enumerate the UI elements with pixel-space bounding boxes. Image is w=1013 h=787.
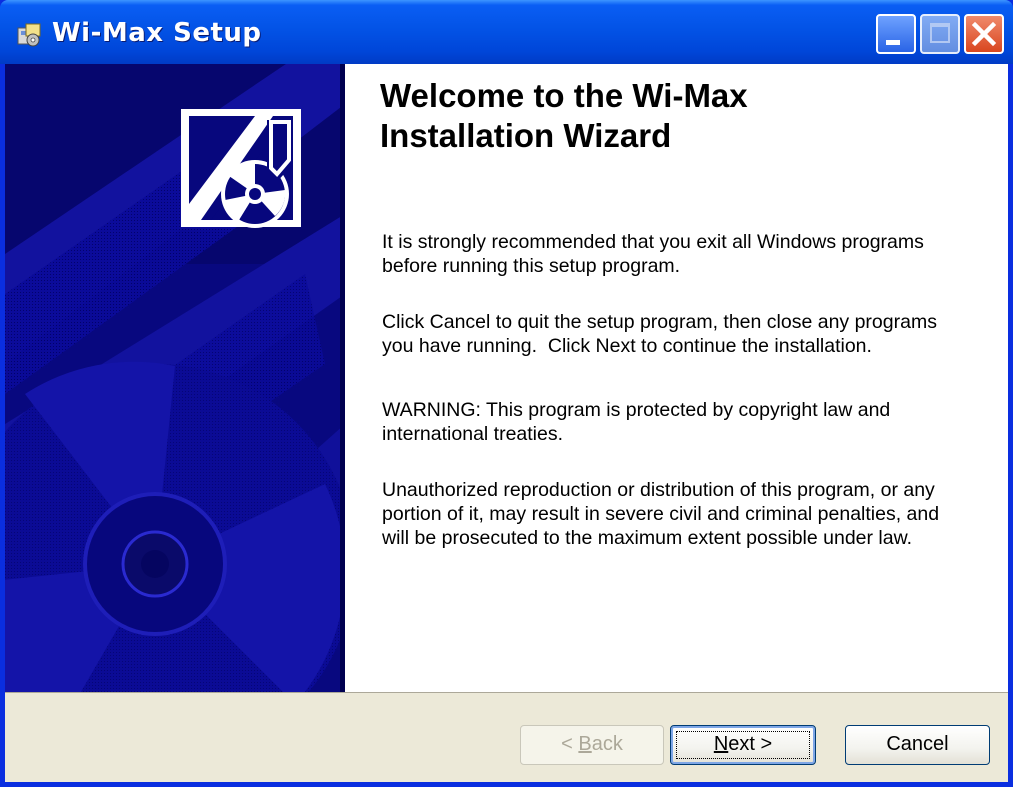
legal-notice-line3: will be prosecuted to the maximum extent… — [382, 527, 913, 549]
wizard-content: Welcome to the Wi-Max Installation Wizar… — [345, 64, 1008, 692]
back-button-label: ack — [591, 733, 623, 755]
warning-line2: international treaties. — [382, 423, 564, 445]
welcome-heading-line2: Installation Wizard — [380, 117, 672, 154]
close-button[interactable] — [964, 14, 1004, 54]
recommendation-text: It is strongly recommended that you exit… — [382, 230, 982, 278]
welcome-heading: Welcome to the Wi-Max Installation Wizar… — [380, 76, 900, 156]
instructions-text: Click Cancel to quit the setup program, … — [382, 310, 982, 358]
cancel-button-label: Cancel — [886, 733, 949, 755]
minimize-icon — [886, 40, 900, 45]
focus-rectangle — [676, 731, 810, 759]
window-title: Wi-Max Setup — [52, 18, 262, 48]
setup-installer-icon — [17, 23, 41, 47]
wizard-button-bar: < Back Next > Cancel — [5, 692, 1008, 782]
welcome-heading-line1: Welcome to the Wi-Max — [380, 77, 748, 114]
back-button: < Back — [520, 725, 664, 765]
instructions-line1: Click Cancel to quit the setup program, … — [382, 311, 937, 333]
recommendation-line1: It is strongly recommended that you exit… — [382, 231, 924, 253]
instructions-line2: you have running. Click Next to continue… — [382, 335, 872, 357]
setup-window: Wi-Max Setup Welcome to the Wi-Max Insta… — [0, 0, 1013, 787]
minimize-button[interactable] — [876, 14, 916, 54]
wizard-client-area: Welcome to the Wi-Max Installation Wizar… — [5, 64, 1008, 782]
banner-artwork — [5, 64, 345, 692]
wizard-banner — [5, 64, 345, 692]
back-button-prefix: < — [561, 733, 579, 755]
maximize-icon — [930, 23, 950, 43]
warning-line1: WARNING: This program is protected by co… — [382, 399, 891, 421]
legal-notice-text: Unauthorized reproduction or distributio… — [382, 478, 982, 550]
maximize-button — [920, 14, 960, 54]
legal-notice-line1: Unauthorized reproduction or distributio… — [382, 479, 935, 501]
back-button-accel: B — [578, 733, 592, 755]
title-bar[interactable]: Wi-Max Setup — [0, 0, 1013, 64]
cancel-button[interactable]: Cancel — [845, 725, 990, 765]
next-button[interactable]: Next > — [670, 725, 816, 765]
legal-notice-line2: portion of it, may result in severe civi… — [382, 503, 940, 525]
recommendation-line2: before running this setup program. — [382, 255, 681, 277]
warning-text: WARNING: This program is protected by co… — [382, 398, 982, 446]
cd-install-logo-icon — [181, 109, 301, 228]
close-icon — [971, 21, 997, 47]
